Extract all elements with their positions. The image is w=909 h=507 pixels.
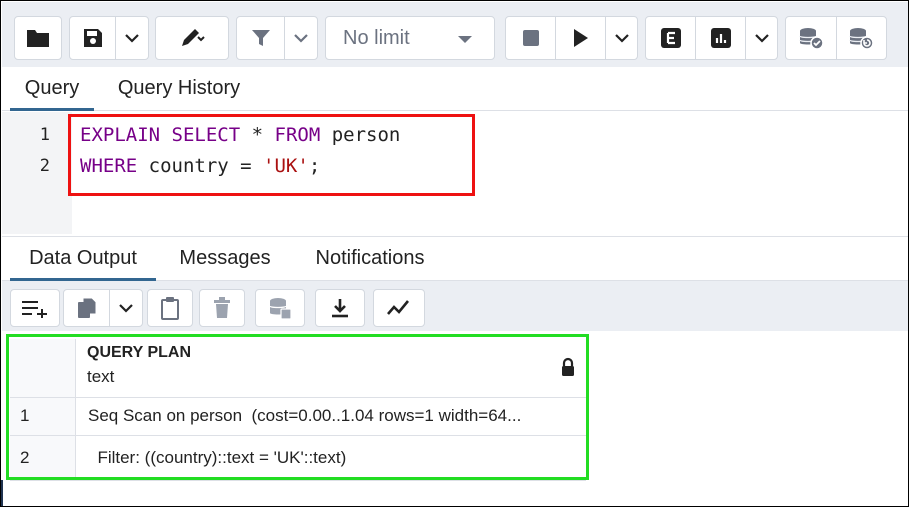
tab-data-output-label: Data Output bbox=[29, 247, 137, 269]
tab-notifications-label: Notifications bbox=[315, 247, 425, 269]
download-icon bbox=[332, 299, 348, 318]
tab-messages[interactable]: Messages bbox=[164, 237, 286, 280]
output-tabstrip: Data Output Messages Notifications bbox=[2, 236, 908, 281]
copy-button[interactable] bbox=[64, 296, 109, 320]
line-number: 2 bbox=[39, 156, 50, 176]
add-row-icon bbox=[22, 301, 47, 318]
row-limit-select[interactable]: No limit bbox=[325, 16, 495, 60]
copy-icon bbox=[77, 297, 97, 318]
delete-button[interactable] bbox=[199, 289, 245, 327]
edit-button[interactable] bbox=[155, 16, 229, 60]
database-check-icon bbox=[799, 28, 824, 50]
stop-square-icon bbox=[522, 30, 539, 46]
chevron-down-icon bbox=[754, 34, 769, 43]
explain-e-icon bbox=[660, 28, 681, 48]
stop-button[interactable] bbox=[506, 29, 555, 47]
tab-query-label: Query bbox=[24, 77, 80, 99]
tab-messages-label: Messages bbox=[179, 247, 271, 269]
graph-button[interactable] bbox=[373, 289, 425, 327]
bar-chart-icon bbox=[710, 28, 731, 48]
commit-button[interactable] bbox=[786, 26, 836, 50]
filter-dropdown-button[interactable] bbox=[285, 33, 317, 43]
caret-down-icon bbox=[458, 36, 472, 43]
trash-icon bbox=[214, 297, 230, 318]
results-highlight-box bbox=[6, 334, 589, 480]
output-toolbar bbox=[2, 281, 908, 331]
paste-button[interactable] bbox=[147, 289, 193, 327]
query-toolbar: No limit bbox=[2, 2, 908, 67]
chevron-down-icon bbox=[125, 34, 139, 43]
filter-group bbox=[236, 16, 318, 60]
database-undo-icon bbox=[849, 28, 874, 50]
clipboard-icon bbox=[161, 297, 179, 320]
line-number: 1 bbox=[39, 125, 50, 145]
download-button[interactable] bbox=[315, 289, 365, 327]
explain-group bbox=[645, 16, 778, 60]
tab-query-history-label: Query History bbox=[117, 77, 241, 99]
funnel-icon bbox=[251, 30, 270, 46]
panel-edge bbox=[1, 480, 3, 506]
pencil-icon bbox=[182, 29, 205, 46]
pgadmin-query-tool: No limit Query Query History 1 2 EXPLAIN… bbox=[0, 0, 909, 507]
explain-button[interactable] bbox=[646, 27, 695, 49]
editor-highlight-box bbox=[68, 114, 475, 196]
tab-query[interactable]: Query bbox=[10, 67, 94, 111]
copy-dropdown-button[interactable] bbox=[110, 303, 142, 313]
filter-button[interactable] bbox=[237, 27, 284, 49]
add-row-button[interactable] bbox=[10, 289, 60, 327]
explain-analyze-button[interactable] bbox=[696, 27, 745, 49]
floppy-disk-icon bbox=[83, 29, 102, 47]
play-icon bbox=[573, 29, 588, 47]
tab-data-output[interactable]: Data Output bbox=[10, 237, 156, 281]
editor-tabstrip: Query Query History bbox=[2, 67, 908, 111]
save-file-group bbox=[69, 16, 149, 60]
transaction-group bbox=[785, 16, 887, 60]
copy-group bbox=[63, 289, 143, 327]
chevron-down-icon bbox=[119, 304, 133, 313]
folder-icon bbox=[27, 30, 49, 47]
tab-query-history[interactable]: Query History bbox=[100, 67, 258, 110]
chevron-down-icon bbox=[294, 34, 308, 43]
execute-dropdown-button[interactable] bbox=[606, 33, 637, 43]
rollback-button[interactable] bbox=[836, 26, 886, 50]
execute-group bbox=[505, 16, 638, 60]
save-dropdown-button[interactable] bbox=[116, 33, 148, 43]
tab-notifications[interactable]: Notifications bbox=[295, 237, 445, 280]
save-file-button[interactable] bbox=[70, 27, 115, 49]
execute-button[interactable] bbox=[556, 28, 605, 48]
open-file-button[interactable] bbox=[14, 16, 62, 60]
chevron-down-icon bbox=[614, 34, 629, 43]
row-limit-value: No limit bbox=[343, 26, 410, 49]
save-data-button[interactable] bbox=[255, 289, 305, 327]
explain-dropdown-button[interactable] bbox=[746, 33, 777, 43]
line-graph-icon bbox=[387, 300, 410, 315]
database-save-icon bbox=[269, 298, 292, 320]
